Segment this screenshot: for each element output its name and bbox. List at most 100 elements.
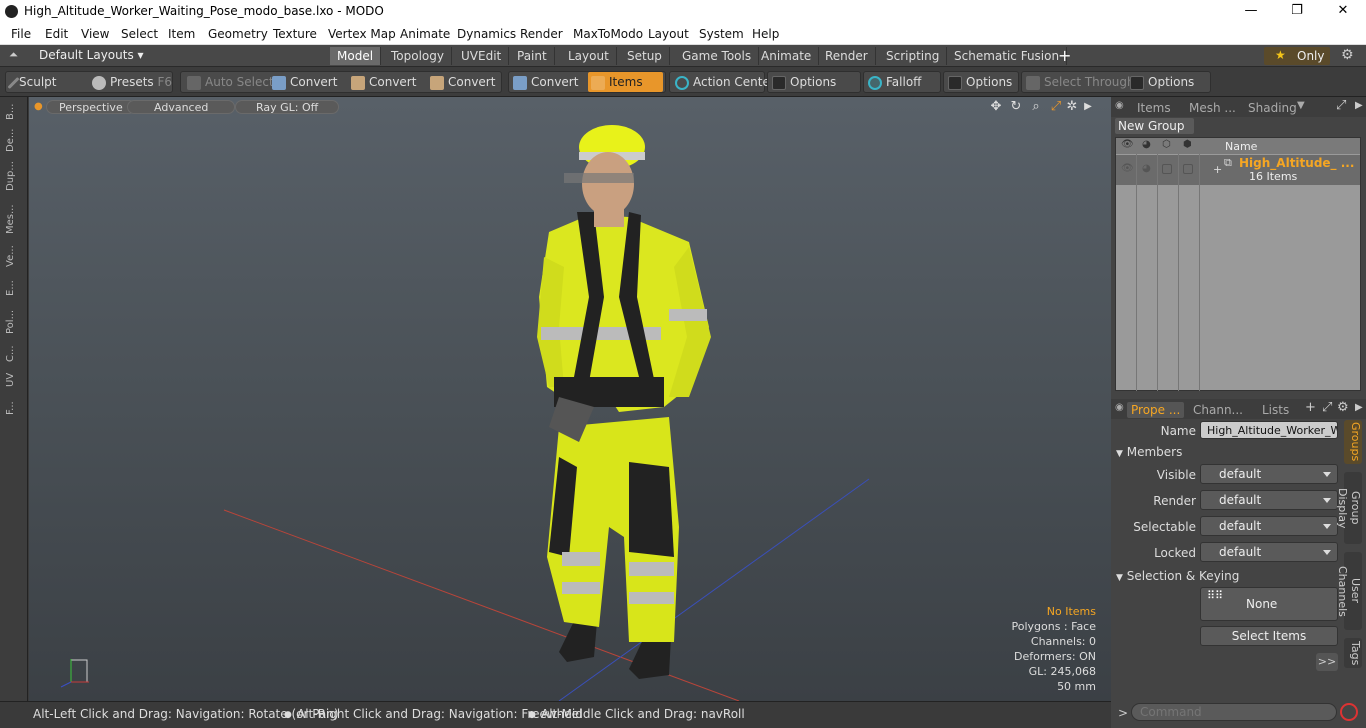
only-toggle[interactable]: ★ Only — [1264, 47, 1330, 65]
properties-expand-icon[interactable]: ▶ — [1355, 402, 1363, 413]
action-center-button[interactable]: Action Center — [675, 72, 775, 92]
row-render-icon[interactable]: ◕ — [1142, 163, 1151, 174]
row-lock-toggle[interactable] — [1183, 164, 1193, 174]
select-items-button[interactable]: Select Items — [1200, 626, 1338, 646]
side-tab-tags[interactable]: Tags — [1344, 638, 1362, 668]
row-select-toggle[interactable] — [1162, 164, 1172, 174]
new-group-button[interactable]: New Group — [1115, 118, 1194, 134]
visible-dropdown[interactable]: default — [1200, 464, 1338, 484]
layout-selector[interactable]: Default Layouts ▾ — [39, 48, 144, 62]
menu-animate[interactable]: Animate — [400, 27, 450, 41]
auto-select-button[interactable]: Auto Select — [187, 72, 274, 92]
panel-maximize-icon[interactable]: ⤢ — [1336, 98, 1346, 113]
collapse-icon[interactable]: ⏶ — [9, 48, 18, 62]
close-button[interactable]: ✕ — [1320, 0, 1366, 23]
add-tab-button[interactable]: + — [1058, 46, 1071, 65]
command-input[interactable] — [1131, 703, 1337, 721]
status-hint-roll: Alt-Middle Click and Drag: navRoll — [541, 707, 745, 721]
selection-keying-section[interactable]: ▼ Selection & Keying — [1116, 569, 1339, 583]
options-icon-1 — [772, 75, 786, 90]
convert-button-4[interactable]: Convert — [513, 72, 578, 92]
menu-edit[interactable]: Edit — [45, 27, 68, 41]
left-tab-basic[interactable]: B... — [5, 101, 21, 123]
minimize-button[interactable]: — — [1228, 0, 1274, 23]
tab-schematic-fusion[interactable]: Schematic Fusion — [947, 47, 1068, 65]
menu-view[interactable]: View — [81, 27, 109, 41]
select-through-button[interactable]: Select Through — [1026, 72, 1135, 92]
tab-items[interactable]: Items — [1137, 100, 1171, 116]
group-row[interactable]: 👁 ◕ + ⧉ High_Altitude_ ... 16 Items — [1116, 155, 1360, 185]
menu-vertex-map[interactable]: Vertex Map — [328, 27, 396, 41]
menu-help[interactable]: Help — [752, 27, 779, 41]
menu-dynamics[interactable]: Dynamics — [457, 27, 516, 41]
tab-channels[interactable]: Chann... — [1193, 402, 1243, 418]
left-tab-mesh[interactable]: Mes... — [5, 201, 21, 237]
left-tab-vertex[interactable]: Ve... — [5, 243, 21, 269]
left-tab-uv[interactable]: UV — [5, 369, 21, 391]
side-tab-group-display[interactable]: Group Display — [1336, 472, 1362, 544]
properties-menu-icon[interactable]: ◉ — [1115, 402, 1124, 413]
menu-render[interactable]: Render — [520, 27, 563, 41]
restore-button[interactable]: ❐ — [1274, 0, 1320, 23]
properties-gear-icon[interactable]: ⚙ — [1337, 400, 1349, 415]
convert-button-3[interactable]: Convert — [430, 72, 495, 92]
tab-properties[interactable]: Prope ... — [1127, 402, 1185, 418]
options-button-1[interactable]: Options — [772, 72, 836, 92]
tab-layout[interactable]: Layout — [561, 47, 617, 65]
tab-render[interactable]: Render — [818, 47, 876, 65]
expand-icon[interactable]: + — [1213, 163, 1222, 176]
add-tab-icon[interactable]: + — [1305, 400, 1316, 415]
tab-lists[interactable]: Lists — [1262, 402, 1289, 418]
left-tab-edge[interactable]: E... — [5, 275, 21, 301]
menu-geometry[interactable]: Geometry — [208, 27, 268, 41]
tab-mesh[interactable]: Mesh ... — [1189, 100, 1236, 116]
record-icon[interactable] — [1340, 703, 1358, 721]
render-dropdown[interactable]: default — [1200, 490, 1338, 510]
groups-list[interactable]: 👁 ◕ ⬡ ⬢ Name 👁 ◕ + ⧉ High_Altitude_ ... … — [1115, 137, 1361, 391]
panel-expand-icon[interactable]: ▶ — [1355, 100, 1363, 111]
tab-paint[interactable]: Paint — [510, 47, 555, 65]
left-tab-polygon[interactable]: Pol... — [5, 305, 21, 339]
falloff-button[interactable]: Falloff — [868, 72, 921, 92]
side-tab-groups[interactable]: Groups — [1344, 420, 1362, 464]
left-tab-curve[interactable]: C... — [5, 343, 21, 365]
options-button-3[interactable]: Options — [1130, 72, 1194, 92]
items-button[interactable]: Items — [588, 72, 663, 92]
options-button-2[interactable]: Options — [948, 72, 1012, 92]
menu-select[interactable]: Select — [121, 27, 158, 41]
menu-layout[interactable]: Layout — [648, 27, 689, 41]
tab-model[interactable]: Model — [330, 47, 382, 65]
left-tab-fusion[interactable]: F... — [5, 395, 21, 421]
presets-button[interactable]: Presets F6 — [92, 72, 172, 92]
menu-texture[interactable]: Texture — [273, 27, 317, 41]
tab-topology[interactable]: Topology — [384, 47, 452, 65]
side-tab-user-channels[interactable]: User Channels — [1336, 552, 1362, 630]
more-button[interactable]: >> — [1316, 653, 1338, 671]
menu-system[interactable]: System — [699, 27, 744, 41]
menu-item[interactable]: Item — [168, 27, 195, 41]
members-section[interactable]: ▼ Members — [1116, 445, 1339, 459]
3d-viewport[interactable]: ● Perspective Advanced Ray GL: Off ✥ ↻ ⌕… — [29, 97, 1111, 701]
menu-maxtomodo[interactable]: MaxToModo — [573, 27, 643, 41]
left-tab-deform[interactable]: De... — [5, 127, 21, 153]
tab-animate[interactable]: Animate — [754, 47, 820, 65]
tab-uvedit[interactable]: UVEdit — [454, 47, 510, 65]
keying-none-button[interactable]: ⠿⠿ None — [1200, 587, 1338, 621]
tab-scripting[interactable]: Scripting — [879, 47, 948, 65]
locked-dropdown[interactable]: default — [1200, 542, 1338, 562]
name-field[interactable]: High_Altitude_Worker_Wa — [1200, 421, 1338, 439]
panel-menu-icon[interactable]: ◉ — [1115, 100, 1124, 111]
left-tab-duplicate[interactable]: Dup... — [5, 159, 21, 193]
convert-button-1[interactable]: Convert — [272, 72, 337, 92]
row-visibility-icon[interactable]: 👁 — [1121, 163, 1134, 174]
sculpt-button[interactable]: Sculpt — [7, 72, 56, 92]
tabs-dropdown-icon[interactable]: ▼ — [1297, 100, 1305, 111]
properties-maximize-icon[interactable]: ⤢ — [1322, 400, 1332, 415]
selectable-dropdown[interactable]: default — [1200, 516, 1338, 536]
tab-shading[interactable]: Shading — [1248, 100, 1297, 116]
tab-game-tools[interactable]: Game Tools — [675, 47, 760, 65]
tab-setup[interactable]: Setup — [620, 47, 670, 65]
convert-button-2[interactable]: Convert — [351, 72, 416, 92]
gear-icon[interactable]: ⚙ — [1341, 47, 1354, 63]
menu-file[interactable]: File — [11, 27, 31, 41]
